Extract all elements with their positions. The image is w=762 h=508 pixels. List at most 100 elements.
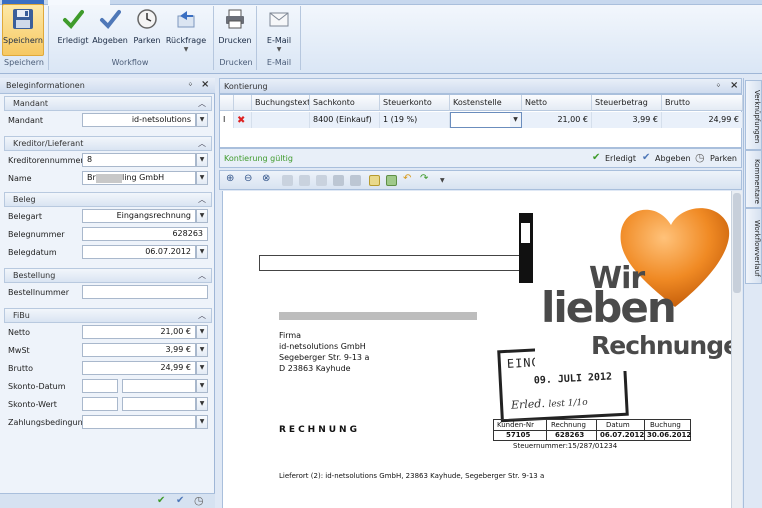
document-type-field[interactable]: Eingangsrechnung (82, 209, 196, 223)
pin-icon[interactable]: ᛜ (716, 81, 721, 90)
discount-value-select[interactable] (122, 397, 196, 411)
section-kreditor[interactable]: Kreditor/Lieferant ︿ (4, 136, 212, 151)
zoom-fit-icon[interactable]: ⊗ (262, 173, 270, 184)
posting-grid: Buchungstext Sachkonto Steuerkonto Koste… (219, 94, 743, 148)
section-title: Bestellung (13, 271, 56, 280)
sender-line: D 23863 Kayhude (279, 364, 351, 373)
dropdown-arrow-icon[interactable]: ▼ (196, 361, 208, 375)
page-tool-icon[interactable] (299, 175, 310, 186)
dropdown-arrow-icon[interactable]: ▼ (196, 397, 208, 411)
column-header[interactable]: Netto (522, 95, 592, 111)
chevron-up-icon: ︿ (198, 99, 206, 108)
vat-amount-field[interactable]: 3,99 € (82, 343, 196, 357)
dropdown-arrow-icon[interactable]: ▼ (196, 343, 208, 357)
discount-date-select[interactable] (122, 379, 196, 393)
dropdown-arrow-icon[interactable]: ▼ (196, 245, 208, 259)
zoom-out-icon[interactable]: ⊖ (244, 173, 252, 184)
chevron-down-icon[interactable]: ▼ (440, 177, 445, 184)
panel-header: Beleginformationen ᛜ × (0, 78, 215, 94)
field-label: Zahlungsbedingung (8, 418, 88, 427)
export-icon[interactable] (386, 175, 397, 186)
sender-line: Firma (279, 331, 302, 340)
document-date-field[interactable]: 06.07.2012 (82, 245, 196, 259)
section-beleg[interactable]: Beleg ︿ (4, 192, 212, 207)
tab-workflow-history[interactable]: Workflowverlauf (745, 208, 762, 284)
column-header[interactable]: Kostenstelle (450, 95, 522, 111)
vertical-scrollbar[interactable] (731, 191, 742, 508)
rotate-right-icon[interactable]: ↷ (420, 173, 428, 184)
park-button[interactable]: Parken (130, 6, 164, 56)
section-title: FiBu (13, 311, 30, 320)
dropdown-arrow-icon[interactable]: ▼ (196, 325, 208, 339)
tab-comments[interactable]: Kommentare (745, 150, 762, 208)
document-preview[interactable]: Firma id-netsolutions GmbH Segeberger St… (222, 191, 742, 508)
chevron-up-icon: ︿ (198, 271, 206, 280)
note-icon[interactable] (369, 175, 380, 186)
tax-amount-cell[interactable]: 3,99 € (592, 112, 662, 128)
print-button[interactable]: Drucken (218, 6, 252, 56)
discount-value-field[interactable] (82, 397, 118, 411)
mandant-field[interactable]: id-netsolutions (82, 113, 196, 127)
dropdown-arrow-icon[interactable]: ▼ (196, 209, 208, 223)
field-label: Belegart (8, 212, 42, 221)
print-button-label: Drucken (218, 36, 252, 45)
posting-text-cell[interactable] (252, 112, 310, 128)
green-checkmark-icon[interactable]: ✔ (157, 495, 165, 506)
tax-account-cell[interactable]: 1 (19 %) (380, 112, 450, 128)
row-indicator[interactable]: I (220, 112, 234, 128)
net-amount-field[interactable]: 21,00 € (82, 325, 196, 339)
dropdown-arrow-icon[interactable]: ▼ (196, 153, 208, 167)
tab-links[interactable]: Verknüpfungen (745, 80, 762, 150)
dropdown-arrow-icon[interactable]: ▼ (196, 113, 208, 127)
printer-icon (222, 6, 248, 32)
chevron-up-icon: ︿ (198, 139, 206, 148)
chevron-down-icon: ▼ (276, 46, 282, 53)
column-header[interactable]: Steuerbetrag (592, 95, 662, 111)
done-link[interactable]: Erledigt (605, 154, 636, 163)
discount-date-field[interactable] (82, 379, 118, 393)
column-header[interactable]: Steuerkonto (380, 95, 450, 111)
clock-icon[interactable]: ◷ (194, 494, 204, 507)
blue-checkmark-icon[interactable]: ✔ (176, 495, 184, 506)
rotate-left-icon[interactable]: ↶ (403, 173, 411, 184)
copy-page-icon[interactable] (350, 175, 361, 186)
page-tool-icon[interactable] (282, 175, 293, 186)
hand-over-button[interactable]: Abgeben (92, 6, 128, 56)
gl-account-cell[interactable]: 8400 (Einkauf) (310, 112, 380, 128)
pin-icon[interactable]: ᛜ (188, 80, 193, 89)
posting-status-bar: Kontierung gültig ✔ Erledigt ✔ Abgeben ◷… (219, 148, 742, 168)
stamp-handwriting: Erled. lest 1/1o (510, 396, 588, 412)
kreditor-number-field[interactable]: 8 (82, 153, 196, 167)
dropdown-arrow-icon[interactable]: ▼ (196, 379, 208, 393)
section-mandant[interactable]: Mandant ︿ (4, 96, 212, 111)
delete-row-icon[interactable]: ✖ (234, 112, 252, 128)
order-number-field[interactable] (82, 285, 208, 299)
park-link[interactable]: Parken (710, 154, 737, 163)
page-tool-icon[interactable] (316, 175, 327, 186)
close-icon[interactable]: × (730, 80, 738, 91)
section-fibu[interactable]: FiBu ︿ (4, 308, 212, 323)
print-page-icon[interactable] (333, 175, 344, 186)
column-header[interactable]: Buchungstext (252, 95, 310, 111)
email-button[interactable]: E-Mail ▼ (262, 6, 296, 56)
done-button[interactable]: Erledigt (56, 6, 90, 56)
active-ribbon-tab[interactable] (48, 0, 110, 5)
column-header[interactable]: Brutto (662, 95, 743, 111)
gross-cell[interactable]: 24,99 € (662, 112, 743, 128)
section-bestellung[interactable]: Bestellung ︿ (4, 268, 212, 283)
query-button[interactable]: Rückfrage ▼ (166, 6, 206, 56)
payment-terms-field[interactable] (82, 415, 196, 429)
gross-amount-field[interactable]: 24,99 € (82, 361, 196, 375)
table-value: 57105 (506, 431, 531, 439)
column-header[interactable]: Sachkonto (310, 95, 380, 111)
net-cell[interactable]: 21,00 € (522, 112, 592, 128)
dropdown-arrow-icon[interactable]: ▼ (510, 113, 521, 127)
document-number-field[interactable]: 628263 (82, 227, 208, 241)
scrollbar-thumb[interactable] (733, 193, 741, 293)
zoom-in-icon[interactable]: ⊕ (226, 173, 234, 184)
hand-over-link[interactable]: Abgeben (655, 154, 691, 163)
save-button[interactable]: Speichern (3, 6, 43, 56)
close-icon[interactable]: × (201, 79, 209, 90)
dropdown-arrow-icon[interactable]: ▼ (196, 415, 208, 429)
dropdown-arrow-icon[interactable]: ▼ (196, 171, 208, 185)
